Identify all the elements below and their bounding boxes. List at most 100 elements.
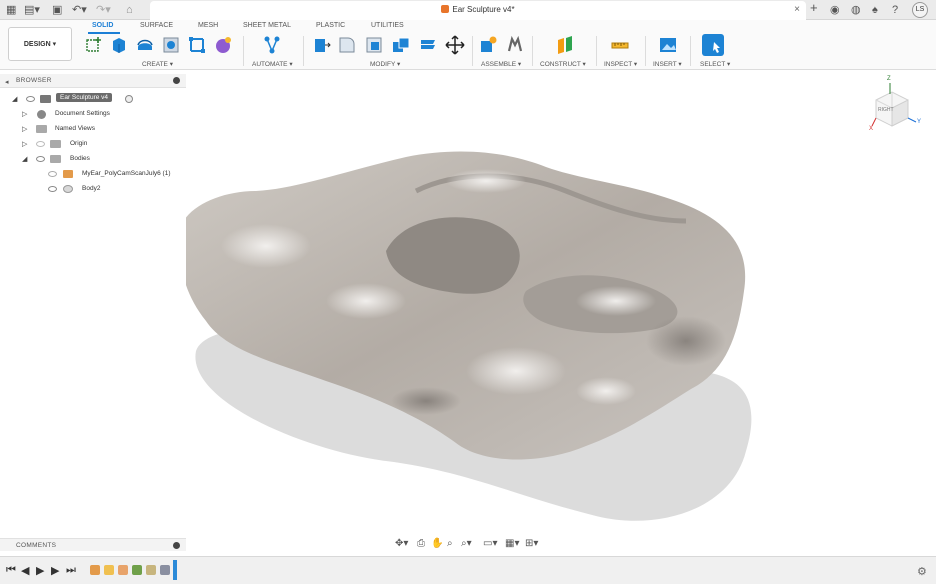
ribbon-separator bbox=[690, 36, 691, 66]
zoom-icon[interactable]: ⌕ bbox=[447, 538, 453, 549]
scale-icon[interactable] bbox=[418, 35, 438, 55]
tab-plastic[interactable]: PLASTIC bbox=[316, 22, 345, 29]
new-tab-icon[interactable]: + bbox=[810, 1, 818, 15]
offset-plane-icon[interactable] bbox=[555, 35, 575, 55]
timeline-feature-icon[interactable] bbox=[160, 565, 170, 575]
pan-icon[interactable]: ✋ bbox=[431, 538, 443, 549]
comments-options-icon[interactable] bbox=[173, 542, 180, 549]
timeline-feature-icon[interactable] bbox=[104, 565, 114, 575]
tab-mesh[interactable]: MESH bbox=[198, 22, 218, 29]
tab-surface[interactable]: SURFACE bbox=[140, 22, 173, 29]
expand-arrow-icon[interactable]: ▷ bbox=[22, 110, 27, 118]
timeline-feature-icon[interactable] bbox=[146, 565, 156, 575]
expand-arrow-icon[interactable]: ▷ bbox=[22, 140, 27, 148]
create-group-label[interactable]: CREATE ▾ bbox=[142, 60, 173, 68]
visibility-eye-icon[interactable] bbox=[36, 156, 45, 162]
document-tab-title: Ear Sculpture v4* bbox=[150, 5, 806, 14]
undo-icon[interactable]: ↶▾ bbox=[72, 3, 87, 17]
tree-label: Body2 bbox=[82, 185, 101, 192]
modify-group-label[interactable]: MODIFY ▾ bbox=[370, 60, 400, 68]
automate-icon[interactable] bbox=[262, 35, 282, 55]
tree-root[interactable]: ◢ Ear Sculpture v4 bbox=[12, 93, 182, 106]
joint-icon[interactable] bbox=[505, 35, 525, 55]
expand-arrow-icon[interactable]: ◢ bbox=[12, 95, 17, 103]
browser-options-icon[interactable] bbox=[173, 77, 180, 84]
browser-title: BROWSER bbox=[16, 77, 52, 84]
tab-solid[interactable]: SOLID bbox=[92, 22, 113, 29]
user-avatar[interactable]: LS bbox=[912, 2, 928, 18]
extrude-icon[interactable] bbox=[109, 35, 129, 55]
timeline-marker[interactable] bbox=[173, 560, 177, 580]
apps-grid-icon[interactable]: ▦ bbox=[6, 3, 16, 17]
extensions-icon[interactable]: ◉ bbox=[830, 3, 840, 17]
collapse-panel-icon[interactable]: ◂ bbox=[5, 76, 9, 90]
automate-group-label[interactable]: AUTOMATE ▾ bbox=[252, 60, 293, 68]
assemble-group-label[interactable]: ASSEMBLE ▾ bbox=[481, 60, 521, 68]
orbit-icon[interactable]: ✥▾ bbox=[395, 538, 408, 549]
go-to-start-icon[interactable]: ⏮ bbox=[6, 564, 16, 577]
step-forward-icon[interactable]: ▶ bbox=[51, 564, 59, 577]
tree-item-body2[interactable]: Body2 bbox=[22, 184, 182, 196]
combine-icon[interactable] bbox=[391, 35, 411, 55]
home-icon[interactable]: ⌂ bbox=[126, 3, 133, 17]
fusion-app: ▦ ▤▾ ▣ ↶▾ ↷▾ ⌂ Ear Sculpture v4* × + ◉ ◍… bbox=[0, 0, 936, 584]
move-copy-icon[interactable] bbox=[445, 35, 465, 55]
viewcube[interactable]: RIGHT Z X Y bbox=[866, 76, 926, 138]
visibility-eye-icon[interactable] bbox=[36, 141, 45, 147]
workspace-switcher[interactable]: DESIGN ▾ bbox=[8, 27, 72, 61]
measure-icon[interactable] bbox=[610, 35, 630, 55]
save-icon[interactable]: ▣ bbox=[52, 3, 62, 17]
fillet-icon[interactable] bbox=[337, 35, 357, 55]
job-status-icon[interactable]: ◍ bbox=[851, 3, 861, 17]
x-axis-label: X bbox=[869, 126, 874, 132]
viewports-icon[interactable]: ⊞▾ bbox=[525, 538, 538, 549]
insert-group-label[interactable]: INSERT ▾ bbox=[653, 60, 682, 68]
timeline-feature-icon[interactable] bbox=[132, 565, 142, 575]
grid-settings-icon[interactable]: ▦▾ bbox=[505, 538, 519, 549]
pattern-icon[interactable] bbox=[187, 35, 207, 55]
look-at-icon[interactable]: ⎙ bbox=[417, 538, 425, 549]
visibility-eye-icon[interactable] bbox=[26, 96, 35, 102]
timeline-settings-icon[interactable]: ⚙ bbox=[917, 565, 927, 578]
redo-icon[interactable]: ↷▾ bbox=[96, 3, 111, 17]
visibility-eye-icon[interactable] bbox=[48, 186, 57, 192]
revolve-icon[interactable] bbox=[135, 35, 155, 55]
document-tab[interactable]: Ear Sculpture v4* × bbox=[150, 1, 806, 20]
select-icon[interactable] bbox=[702, 34, 724, 56]
go-to-end-icon[interactable]: ⏭ bbox=[66, 564, 76, 577]
new-component-icon[interactable] bbox=[478, 35, 498, 55]
create-sketch-icon[interactable] bbox=[84, 35, 104, 55]
construct-group-label[interactable]: CONSTRUCT ▾ bbox=[540, 60, 586, 68]
display-settings-icon[interactable]: ▭▾ bbox=[483, 538, 497, 549]
ribbon-separator bbox=[596, 36, 597, 66]
tree-item-mesh-body[interactable]: MyEar_PolyCamScanJuly6 (1) bbox=[22, 169, 182, 181]
activate-radio-icon[interactable] bbox=[125, 95, 133, 103]
play-icon[interactable]: ▶ bbox=[36, 564, 44, 577]
expand-arrow-icon[interactable]: ▷ bbox=[22, 125, 27, 133]
timeline-feature-icon[interactable] bbox=[118, 565, 128, 575]
tree-item-origin[interactable]: ▷ Origin bbox=[22, 139, 182, 151]
inspect-group-label[interactable]: INSPECT ▾ bbox=[604, 60, 637, 68]
tab-sheet-metal[interactable]: SHEET METAL bbox=[243, 22, 291, 29]
shell-icon[interactable] bbox=[364, 35, 384, 55]
file-menu-icon[interactable]: ▤▾ bbox=[24, 3, 40, 17]
insert-image-icon[interactable] bbox=[658, 35, 678, 55]
fit-icon[interactable]: ⌕▾ bbox=[461, 538, 472, 549]
hole-icon[interactable] bbox=[161, 35, 181, 55]
close-tab-icon[interactable]: × bbox=[794, 4, 800, 15]
tree-item-document-settings[interactable]: ▷ Document Settings bbox=[22, 109, 182, 121]
form-icon[interactable] bbox=[213, 35, 233, 55]
canvas-viewport[interactable] bbox=[177, 71, 936, 556]
press-pull-icon[interactable] bbox=[311, 35, 331, 55]
select-group-label[interactable]: SELECT ▾ bbox=[700, 60, 730, 68]
tree-item-bodies[interactable]: ◢ Bodies bbox=[22, 154, 182, 166]
expand-arrow-icon[interactable]: ◢ bbox=[22, 155, 27, 163]
step-back-icon[interactable]: ◀ bbox=[21, 564, 29, 577]
tree-item-named-views[interactable]: ▷ Named Views bbox=[22, 124, 182, 136]
tab-utilities[interactable]: UTILITIES bbox=[371, 22, 404, 29]
notifications-icon[interactable]: ♠ bbox=[872, 3, 878, 17]
help-icon[interactable]: ? bbox=[892, 3, 898, 17]
timeline-feature-icon[interactable] bbox=[90, 565, 100, 575]
visibility-eye-icon[interactable] bbox=[48, 171, 57, 177]
ear-sculpture-model[interactable] bbox=[177, 71, 936, 556]
